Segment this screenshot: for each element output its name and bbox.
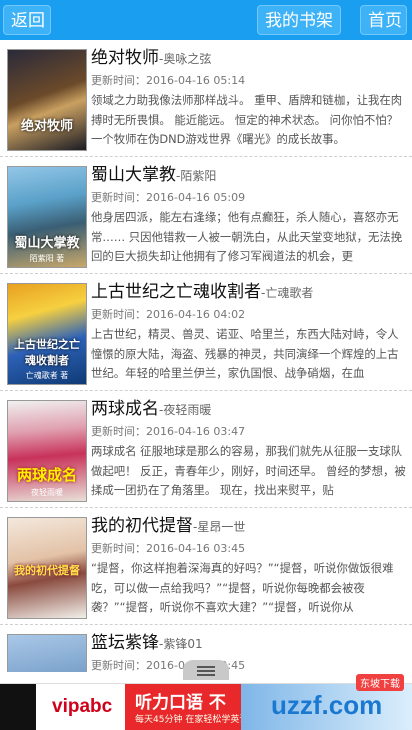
cover-title: 上古世纪之亡魂收割者 — [14, 338, 80, 367]
update-time: 更新时间：2016-04-16 05:14 — [91, 74, 246, 87]
ad-left-strip — [0, 684, 36, 730]
cover-author: 夜轻雨暖 — [31, 488, 63, 497]
book-cover[interactable]: 绝对牧师 — [7, 49, 87, 151]
cover-title: 蜀山大掌教 — [14, 236, 80, 251]
book-author[interactable]: 星昂一世 — [197, 520, 245, 534]
book-author[interactable]: 陌紫阳 — [180, 169, 216, 183]
book-item[interactable]: 绝对牧师 绝对牧师-奥咏之弦 更新时间：2016-04-16 05:14 领域之… — [0, 40, 412, 157]
book-cover[interactable]: 蜀山大掌教 陌紫阳 著 — [7, 166, 87, 268]
book-title[interactable]: 篮坛紫锋 — [91, 633, 159, 653]
book-author[interactable]: 紫锋01 — [163, 637, 202, 651]
book-description: 上古世纪，精灵、兽灵、诺亚、哈里兰，东西大陆对峙，令人憧憬的原大陆，海盗、残暴的… — [91, 327, 399, 380]
ad-brand-logo: vipabc — [52, 696, 113, 717]
ad-promo[interactable]: 听力口语 不 每天45分钟 在家轻松学英语 — [125, 684, 248, 730]
book-item[interactable]: 上古世纪之亡魂收割者 亡魂歌者 著 上古世纪之亡魂收割者-亡魂歌者 更新时间：2… — [0, 274, 412, 391]
book-info: 蜀山大掌教-陌紫阳 更新时间：2016-04-16 05:09 他身居四派，能左… — [91, 163, 407, 266]
book-cover[interactable]: 上古世纪之亡魂收割者 亡魂歌者 著 — [7, 283, 87, 385]
update-time: 更新时间：2016-04-16 03:45 — [91, 542, 246, 555]
book-item[interactable]: 我的初代提督 我的初代提督-星昂一世 更新时间：2016-04-16 03:45… — [0, 508, 412, 625]
top-navigation-bar: 返回 我的书架 首页 — [0, 0, 412, 40]
book-description: 两球成名 征服地球是那么的容易，那我们就先从征服一支球队做起吧！ 反正，青春年少… — [91, 444, 406, 497]
book-description: 领域之力助我像法师那样战斗。 重甲、盾牌和链枷，让我在肉搏时无所畏惧。 能近能远… — [91, 93, 403, 146]
book-info: 绝对牧师-奥咏之弦 更新时间：2016-04-16 05:14 领域之力助我像法… — [91, 46, 407, 149]
book-author[interactable]: 奥咏之弦 — [163, 52, 211, 66]
book-title[interactable]: 上古世纪之亡魂收割者 — [91, 282, 261, 302]
book-title[interactable]: 我的初代提督 — [91, 516, 193, 536]
book-cover[interactable] — [7, 634, 87, 672]
book-cover[interactable]: 两球成名 夜轻雨暖 — [7, 400, 87, 502]
cover-title: 两球成名 — [16, 466, 77, 484]
book-author[interactable]: 夜轻雨暖 — [163, 403, 211, 417]
ad-promo-sub: 每天45分钟 在家轻松学英语 — [135, 715, 249, 725]
book-info: 篮坛紫锋-紫锋01 更新时间：2016-04-16 03:45 — [91, 631, 407, 672]
book-description: 他身居四派，能左右逢缘；他有点癫狂，杀人随心，喜怒亦无常…… 只因他错救一人被一… — [91, 210, 403, 263]
book-description: “提督，你这样抱着深海真的好吗？”“提督，听说你做饭很难吃，可以做一点给我吗？”… — [91, 561, 394, 614]
site-tag: 东坡下载 — [356, 674, 404, 691]
book-cover[interactable]: 我的初代提督 — [7, 517, 87, 619]
ad-banner[interactable]: vipabc 听力口语 不 每天45分钟 在家轻松学英语 uzzf.com 东坡… — [0, 674, 412, 730]
book-info: 两球成名-夜轻雨暖 更新时间：2016-04-16 03:47 两球成名 征服地… — [91, 397, 407, 500]
book-title[interactable]: 两球成名 — [91, 399, 159, 419]
cover-title: 我的初代提督 — [14, 564, 80, 577]
update-time: 更新时间：2016-04-16 05:09 — [91, 191, 246, 204]
back-button[interactable]: 返回 — [3, 5, 51, 35]
cover-author: 亡魂歌者 著 — [25, 371, 69, 380]
book-item[interactable]: 两球成名 夜轻雨暖 两球成名-夜轻雨暖 更新时间：2016-04-16 03:4… — [0, 391, 412, 508]
ad-site-watermark: uzzf.com 东坡下载 — [241, 674, 412, 730]
site-logo: uzzf.com — [271, 690, 383, 720]
home-button[interactable]: 首页 — [360, 5, 407, 35]
cover-title: 绝对牧师 — [20, 119, 73, 134]
book-title[interactable]: 蜀山大掌教 — [91, 165, 176, 185]
cover-author: 陌紫阳 著 — [29, 254, 65, 263]
my-bookshelf-button[interactable]: 我的书架 — [257, 5, 341, 35]
ad-promo-main: 听力口语 不 — [135, 693, 226, 713]
book-item[interactable]: 蜀山大掌教 陌紫阳 著 蜀山大掌教-陌紫阳 更新时间：2016-04-16 05… — [0, 157, 412, 274]
book-info: 我的初代提督-星昂一世 更新时间：2016-04-16 03:45 “提督，你这… — [91, 514, 407, 617]
update-time: 更新时间：2016-04-16 03:47 — [91, 425, 246, 438]
book-list: 绝对牧师 绝对牧师-奥咏之弦 更新时间：2016-04-16 05:14 领域之… — [0, 40, 412, 672]
update-time: 更新时间：2016-04-16 04:02 — [91, 308, 246, 321]
drawer-handle-icon[interactable] — [183, 660, 229, 680]
update-time: 更新时间：2016-04-16 03:45 — [91, 659, 246, 672]
book-author[interactable]: 亡魂歌者 — [265, 286, 313, 300]
book-title[interactable]: 绝对牧师 — [91, 48, 159, 68]
book-info: 上古世纪之亡魂收割者-亡魂歌者 更新时间：2016-04-16 04:02 上古… — [91, 280, 407, 383]
